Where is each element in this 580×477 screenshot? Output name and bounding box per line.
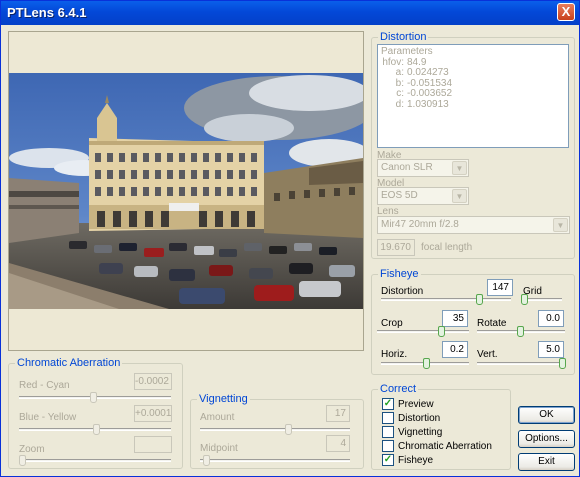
- correct-checkbox[interactable]: Distortion: [382, 412, 440, 424]
- midpoint-field[interactable]: 4: [326, 435, 350, 452]
- ptlens-window: PTLens 6.4.1 X Distortion Parameters hfo…: [0, 0, 580, 477]
- midpoint-label: Midpoint: [200, 443, 238, 454]
- correct-checkbox[interactable]: ✓ Fisheye: [382, 454, 433, 466]
- fisheye-distortion-slider-thumb[interactable]: [476, 294, 483, 305]
- vert-field[interactable]: 5.0: [538, 341, 564, 358]
- rotate-slider-thumb[interactable]: [517, 326, 524, 337]
- vignetting-title: Vignetting: [197, 393, 250, 405]
- checkbox-label: Vignetting: [398, 426, 443, 438]
- amount-slider-thumb[interactable]: [285, 424, 292, 435]
- crop-slider[interactable]: [377, 330, 469, 333]
- fisheye-distortion-field[interactable]: 147: [487, 279, 513, 296]
- correct-checkbox[interactable]: Vignetting: [382, 426, 442, 438]
- param-row: c: -0.003652: [396, 88, 453, 99]
- zoom-slider-thumb[interactable]: [19, 455, 26, 466]
- rotate-label: Rotate: [477, 318, 507, 329]
- horiz-slider-thumb[interactable]: [423, 358, 430, 369]
- checkbox-label: Distortion: [398, 412, 441, 424]
- amount-slider[interactable]: [200, 428, 350, 431]
- checkbox-icon[interactable]: [382, 440, 394, 452]
- exit-button[interactable]: Exit: [518, 453, 575, 471]
- parameters-box: Parameters hfov: 84.9 a: 0.024273 b: -0.051…: [377, 44, 569, 148]
- fisheye-group-title: Fisheye: [378, 268, 421, 280]
- crop-slider-thumb[interactable]: [438, 326, 445, 337]
- checkbox-label: Preview: [398, 398, 434, 410]
- midpoint-slider-thumb[interactable]: [203, 455, 210, 466]
- title-bar: PTLens 6.4.1 X: [1, 1, 579, 25]
- preview-panel: [8, 31, 364, 351]
- vert-label: Vert.: [477, 349, 498, 360]
- vert-slider-thumb[interactable]: [559, 358, 566, 369]
- zoom-label: Zoom: [19, 444, 45, 455]
- close-button[interactable]: X: [557, 3, 575, 21]
- options-button[interactable]: Options...: [518, 430, 575, 448]
- make-select[interactable]: Canon SLR ▼: [377, 159, 469, 177]
- red-cyan-field[interactable]: -0.0002: [134, 373, 172, 390]
- lens-select[interactable]: Mir47 20mm f/2.8 ▼: [377, 216, 570, 234]
- model-select[interactable]: EOS 5D ▼: [377, 187, 469, 205]
- chevron-down-icon: ▼: [452, 189, 467, 203]
- param-row: a: 0.024273: [395, 67, 449, 78]
- chevron-down-icon: ▼: [452, 161, 467, 175]
- chevron-down-icon: ▼: [553, 218, 568, 232]
- red-cyan-slider-thumb[interactable]: [90, 392, 97, 403]
- checkbox-label: Chromatic Aberration: [398, 440, 492, 452]
- crop-label: Crop: [381, 318, 403, 329]
- distortion-group-title: Distortion: [378, 31, 429, 43]
- checkbox-icon[interactable]: [382, 412, 394, 424]
- checkbox-icon[interactable]: ✓: [382, 454, 394, 466]
- horiz-field[interactable]: 0.2: [442, 341, 468, 358]
- correct-checkbox[interactable]: ✓ Preview: [382, 398, 434, 410]
- ok-button[interactable]: OK: [518, 406, 575, 424]
- param-row: d: 1.030913: [395, 98, 449, 110]
- amount-field[interactable]: 17: [326, 405, 350, 422]
- blue-yellow-field[interactable]: +0.0001: [134, 405, 172, 422]
- chromatic-aberration-title: Chromatic Aberration: [15, 357, 123, 369]
- zoom-slider[interactable]: [19, 459, 171, 462]
- grid-slider[interactable]: [522, 298, 562, 301]
- correct-title: Correct: [378, 383, 419, 395]
- fisheye-distortion-slider[interactable]: [381, 298, 511, 301]
- vert-slider[interactable]: [477, 362, 565, 365]
- photo-illustration: [9, 73, 363, 309]
- blue-yellow-label: Blue - Yellow: [19, 412, 77, 423]
- checkbox-icon[interactable]: ✓: [382, 398, 394, 410]
- fisheye-distortion-label: Distortion: [381, 286, 424, 297]
- window-title: PTLens 6.4.1: [7, 5, 87, 20]
- red-cyan-label: Red - Cyan: [19, 380, 70, 391]
- checkbox-icon[interactable]: [382, 426, 394, 438]
- midpoint-slider[interactable]: [200, 459, 350, 462]
- correct-checkbox[interactable]: Chromatic Aberration: [382, 440, 492, 452]
- zoom-field[interactable]: [134, 436, 172, 453]
- grid-slider-thumb[interactable]: [521, 294, 528, 305]
- parameters-header: Parameters: [381, 46, 433, 57]
- rotate-field[interactable]: 0.0: [538, 310, 564, 327]
- crop-field[interactable]: 35: [442, 310, 468, 327]
- horiz-label: Horiz.: [381, 349, 408, 360]
- preview-image[interactable]: [9, 73, 363, 309]
- checkbox-label: Fisheye: [398, 454, 434, 466]
- focal-length-label: focal length: [421, 242, 473, 253]
- amount-label: Amount: [200, 412, 235, 423]
- blue-yellow-slider-thumb[interactable]: [93, 424, 100, 435]
- focal-length-field[interactable]: 19.670: [377, 239, 415, 256]
